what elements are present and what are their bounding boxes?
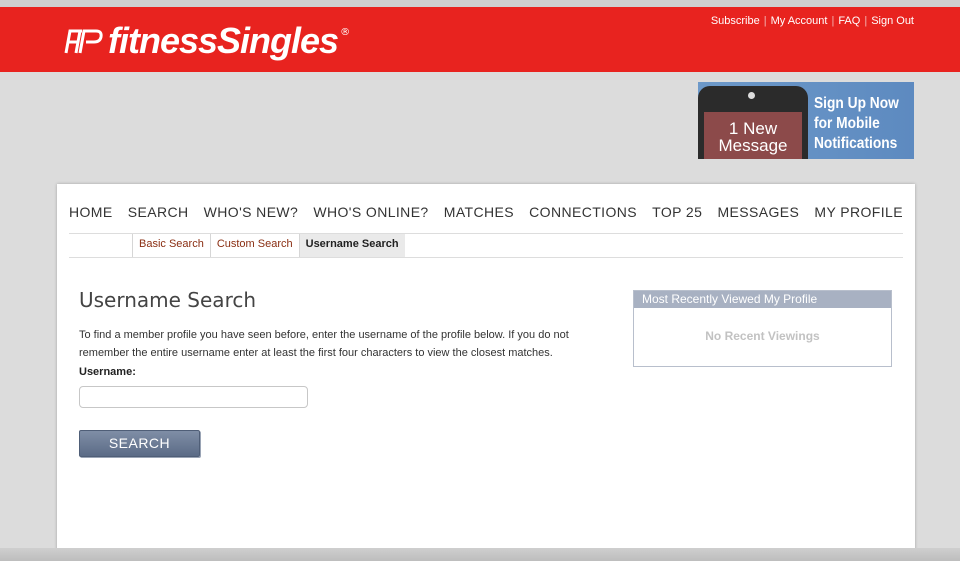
phone-camera-dot [748,92,755,99]
site-header: fitnessSingles ® Subscribe | My Account | FA… [0,7,960,72]
page-description: To find a member profile you have seen b… [79,329,569,359]
recent-viewers-box: Most Recently Viewed My Profile No Recen… [633,290,892,367]
faq-link[interactable]: FAQ [838,15,860,27]
site-logo[interactable]: fitnessSingles ® [60,19,350,63]
subnav-divider [69,257,903,258]
bottom-edge [0,548,960,561]
nav-matches[interactable]: MATCHES [444,204,514,220]
registered-mark: ® [340,27,351,38]
logo-icon [64,29,103,54]
recent-viewers-empty: No Recent Viewings [705,329,820,343]
main-nav: HOME SEARCH WHO'S NEW? WHO'S ONLINE? MAT… [69,204,903,220]
nav-top-25[interactable]: TOP 25 [652,204,702,220]
account-links: Subscribe | My Account | FAQ | Sign Out [711,15,914,27]
nav-whos-new[interactable]: WHO'S NEW? [204,204,299,220]
recent-viewers-title: Most Recently Viewed My Profile [634,291,891,308]
search-subnav: Basic Search Custom Search Username Sear… [132,234,405,258]
tab-custom-search[interactable]: Custom Search [209,234,299,258]
banner-line-3: Notifications [814,135,898,152]
nav-my-profile[interactable]: MY PROFILE [814,204,903,220]
banner-line-1: Sign Up Now [814,95,899,112]
page-title: Username Search [79,288,257,312]
banner-line-2: for Mobile [814,115,880,132]
phone-line-2: Message [718,136,788,155]
main-panel: HOME SEARCH WHO'S NEW? WHO'S ONLINE? MAT… [57,184,915,561]
link-separator: | [831,15,835,27]
top-strip [0,0,960,7]
phone-illustration: 1 New Message [698,86,808,159]
mobile-notifications-banner[interactable]: 1 New Message Sign Up Now for Mobile Not… [698,82,914,159]
brand-name: fitnessSingles [108,20,339,61]
username-label: Username: [79,366,136,378]
tab-username-search[interactable]: Username Search [298,234,405,258]
nav-messages[interactable]: MESSAGES [717,204,799,220]
phone-line-1: 1 New [728,119,778,138]
nav-connections[interactable]: CONNECTIONS [529,204,637,220]
nav-whos-online[interactable]: WHO'S ONLINE? [313,204,428,220]
link-separator: | [763,15,767,27]
sign-out-link[interactable]: Sign Out [871,15,914,27]
search-button[interactable]: SEARCH [79,430,200,457]
username-input[interactable] [79,386,308,408]
nav-home[interactable]: HOME [69,204,113,220]
phone-screen: 1 New Message [704,112,802,159]
link-separator: | [864,15,868,27]
my-account-link[interactable]: My Account [771,15,828,27]
banner-text: Sign Up Now for Mobile Notifications [814,94,899,154]
subscribe-link[interactable]: Subscribe [711,15,760,27]
nav-search[interactable]: SEARCH [128,204,189,220]
tab-basic-search[interactable]: Basic Search [132,234,210,258]
